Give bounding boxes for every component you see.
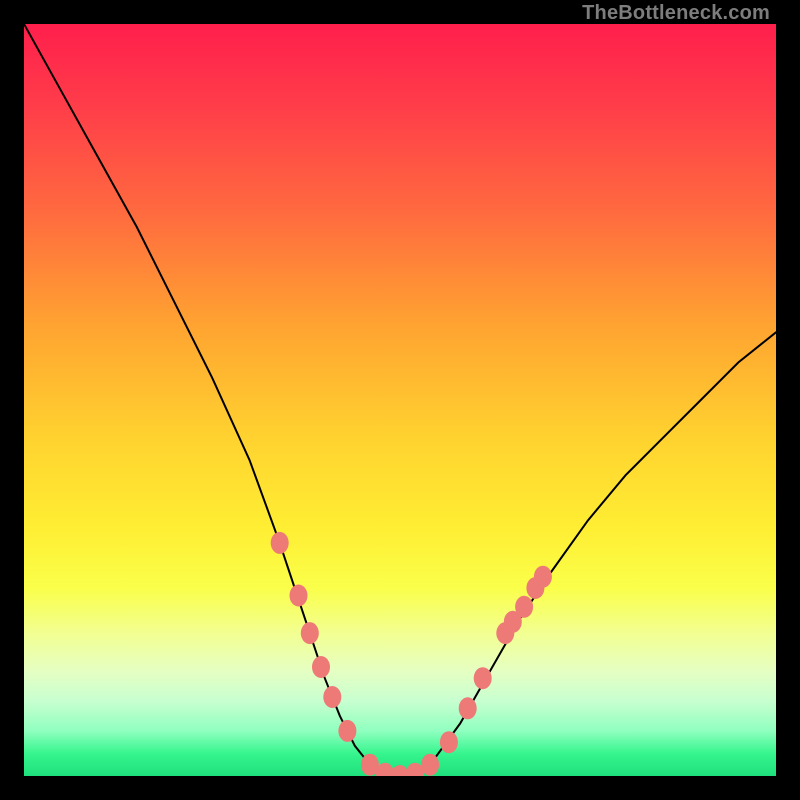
curve-marker (290, 585, 308, 607)
curve-marker (534, 566, 552, 588)
curve-marker (421, 754, 439, 776)
curve-marker (440, 731, 458, 753)
bottleneck-curve-path (24, 24, 776, 776)
curve-markers-group (271, 532, 552, 776)
curve-marker (474, 667, 492, 689)
chart-plot-area (24, 24, 776, 776)
curve-marker (271, 532, 289, 554)
curve-marker (312, 656, 330, 678)
curve-marker (459, 697, 477, 719)
bottleneck-curve-svg (24, 24, 776, 776)
curve-marker (301, 622, 319, 644)
curve-marker (323, 686, 341, 708)
curve-marker (338, 720, 356, 742)
outer-frame: TheBottleneck.com (0, 0, 800, 800)
curve-marker (515, 596, 533, 618)
watermark-label: TheBottleneck.com (582, 2, 770, 25)
